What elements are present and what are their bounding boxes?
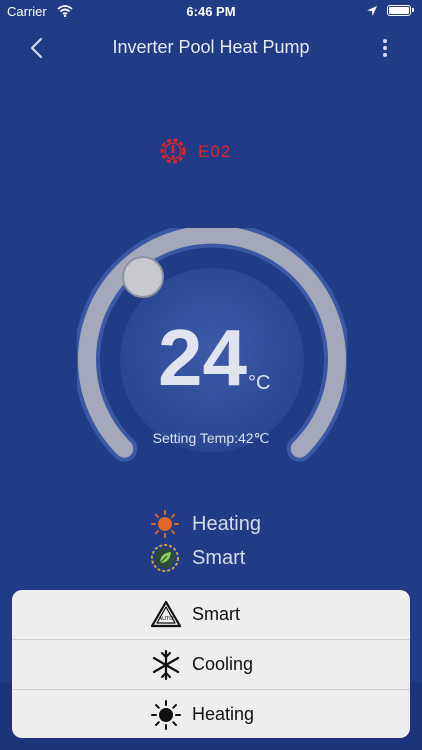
nav-bar: Inverter Pool Heat Pump (0, 24, 422, 72)
battery-icon (387, 5, 414, 16)
location-arrow-icon (367, 6, 377, 16)
back-chevron-icon[interactable] (24, 34, 52, 62)
status-bar: Carrier 6:46 PM (0, 0, 422, 24)
page-title: Inverter Pool Heat Pump (112, 37, 310, 57)
mode-heating-label: Heating (192, 513, 261, 535)
clock: 6:46 PM (186, 4, 236, 19)
more-options-icon[interactable] (374, 34, 396, 62)
mode-selector-popup: AUTO Smart Cooling Heating (12, 590, 410, 738)
recycle-icon: AUTO (150, 600, 182, 628)
temperature-unit: °C (248, 372, 271, 394)
error-code: E02 (198, 142, 232, 161)
popup-option-heating[interactable]: Heating (12, 690, 410, 738)
sun-icon (151, 700, 181, 730)
mode-smart-label: Smart (192, 547, 246, 569)
popup-option-label: Heating (192, 704, 255, 724)
leaf-icon (151, 544, 179, 572)
error-gear-icon (160, 138, 186, 164)
snowflake-icon (152, 649, 180, 681)
current-temperature: 24 (158, 313, 247, 402)
svg-text:AUTO: AUTO (158, 616, 174, 622)
popup-option-cooling[interactable]: Cooling (12, 640, 410, 689)
dial-handle (122, 256, 164, 298)
popup-option-label: Cooling (192, 654, 254, 674)
setting-temperature: Setting Temp:42℃ (152, 430, 270, 446)
popup-option-smart[interactable]: AUTO Smart (12, 590, 410, 639)
popup-option-label: Smart (192, 604, 241, 624)
sun-icon (151, 510, 179, 538)
